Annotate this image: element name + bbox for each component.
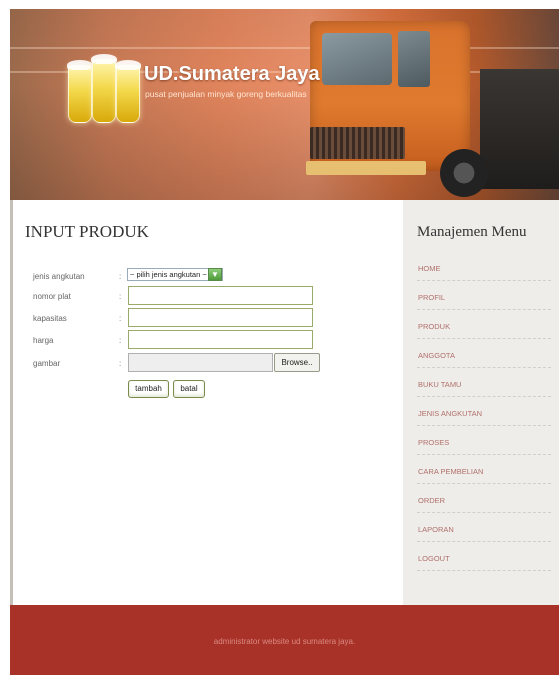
sidebar-item-label[interactable]: CARA PEMBELIAN [418, 467, 483, 476]
gambar-file-input[interactable] [128, 353, 273, 372]
site-tagline: pusat penjualan minyak goreng berkualita… [145, 89, 307, 99]
truck-side-window [398, 31, 430, 87]
sidebar-item-proses[interactable]: PROSES [417, 426, 551, 455]
sidebar-item-cara-pembelian[interactable]: CARA PEMBELIAN [417, 455, 551, 484]
field-colon: : [119, 272, 122, 281]
oil-glass-icon [67, 60, 93, 123]
truck-trailer-image [480, 69, 559, 189]
sidebar-item-laporan[interactable]: LAPORAN [417, 513, 551, 542]
sidebar-item-logout[interactable]: LOGOUT [417, 542, 551, 571]
oil-glass-icon [91, 54, 117, 123]
sidebar-item-label[interactable]: PROSES [418, 438, 449, 447]
field-colon: : [119, 314, 122, 323]
nomor-plat-label: nomor plat [33, 292, 71, 301]
sidebar-title: Manajemen Menu [417, 224, 527, 240]
harga-label: harga [33, 336, 54, 345]
form-row-jenis-angkutan: jenis angkutan : ~ pilih jenis angkutan … [13, 266, 406, 288]
kapasitas-input[interactable] [128, 308, 313, 327]
sidebar-item-label[interactable]: ANGGOTA [418, 351, 455, 360]
form-actions: tambah batal [13, 380, 406, 402]
sidebar-item-home[interactable]: HOME [417, 252, 551, 281]
nomor-plat-input[interactable] [128, 286, 313, 305]
footer: administrator website ud sumatera jaya. [10, 605, 559, 675]
form-row-kapasitas: kapasitas : [13, 308, 406, 330]
page: UD.Sumatera Jaya pusat penjualan minyak … [10, 9, 559, 675]
site-brand-name: UD.Sumatera Jaya [144, 63, 320, 85]
sidebar-item-label[interactable]: PROFIL [418, 293, 445, 302]
main-content: INPUT PRODUK jenis angkutan : ~ pilih je… [10, 200, 403, 605]
sidebar-item-label[interactable]: BUKU TAMU [418, 380, 461, 389]
sidebar-item-label[interactable]: ORDER [418, 496, 445, 505]
chevron-down-icon[interactable]: ▼ [208, 268, 222, 281]
form-row-gambar: gambar : Browse.. [13, 353, 406, 375]
form-row-nomor-plat: nomor plat : [13, 286, 406, 308]
sidebar-item-order[interactable]: ORDER [417, 484, 551, 513]
field-colon: : [119, 359, 122, 368]
sidebar-item-label[interactable]: LOGOUT [418, 554, 450, 563]
sidebar-item-label[interactable]: HOME [418, 264, 441, 273]
sidebar-item-anggota[interactable]: ANGGOTA [417, 339, 551, 368]
jenis-angkutan-label: jenis angkutan [33, 272, 85, 281]
sidebar-item-profil[interactable]: PROFIL [417, 281, 551, 310]
truck-wheel [440, 149, 488, 197]
truck-bumper [306, 161, 426, 175]
page-title: INPUT PRODUK [25, 222, 149, 241]
sidebar-item-buku-tamu[interactable]: BUKU TAMU [417, 368, 551, 397]
sidebar-item-jenis-angkutan[interactable]: JENIS ANGKUTAN [417, 397, 551, 426]
kapasitas-label: kapasitas [33, 314, 67, 323]
tambah-button[interactable]: tambah [128, 380, 169, 398]
browse-button[interactable]: Browse.. [274, 353, 320, 372]
batal-button[interactable]: batal [173, 380, 205, 398]
form-row-harga: harga : [13, 330, 406, 352]
header-banner: UD.Sumatera Jaya pusat penjualan minyak … [10, 9, 559, 200]
truck-windshield [322, 33, 392, 85]
sidebar: Manajemen Menu HOME PROFIL PRODUK ANGGOT… [403, 200, 559, 605]
truck-grille [310, 127, 405, 159]
oil-glass-icon [115, 60, 141, 123]
sidebar-item-label[interactable]: LAPORAN [418, 525, 454, 534]
footer-text: administrator website ud sumatera jaya. [213, 637, 356, 646]
harga-input[interactable] [128, 330, 313, 349]
field-colon: : [119, 336, 122, 345]
sidebar-item-produk[interactable]: PRODUK [417, 310, 551, 339]
oil-glasses-logo-icon [66, 51, 141, 123]
field-colon: : [119, 292, 122, 301]
gambar-label: gambar [33, 359, 61, 368]
sidebar-item-label[interactable]: JENIS ANGKUTAN [418, 409, 482, 418]
banner-stripe [10, 47, 559, 49]
sidebar-item-label[interactable]: PRODUK [418, 322, 450, 331]
